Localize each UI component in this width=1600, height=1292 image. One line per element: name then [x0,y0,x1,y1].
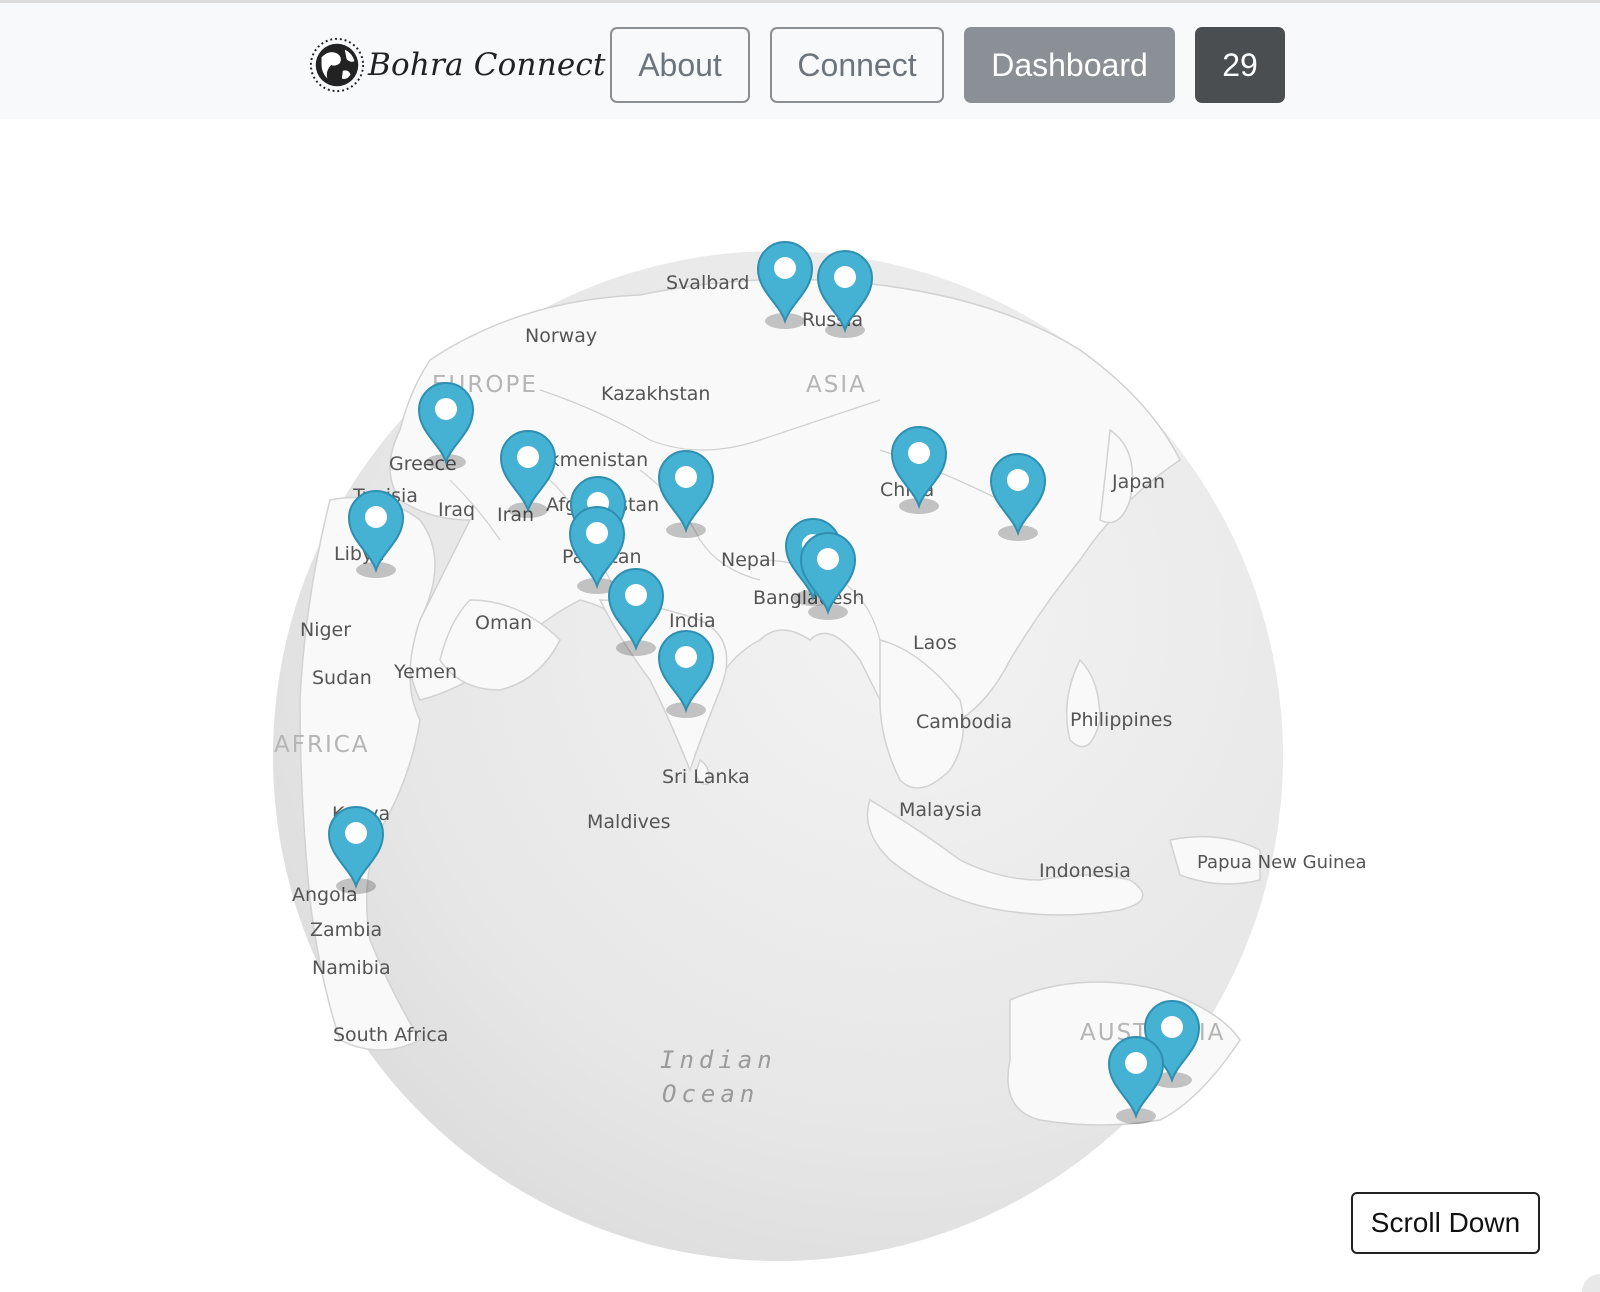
country-label: South Africa [333,1024,448,1046]
about-button[interactable]: About [610,27,750,103]
country-label: Namibia [312,957,391,979]
navbar: Bohra Connect About Connect Dashboard 29 [0,3,1600,119]
country-label: Cambodia [916,711,1012,733]
country-label: Oman [475,612,532,634]
region-label-africa: AFRICA [274,732,370,758]
country-label: India [669,610,716,632]
country-label: Kazakhstan [601,383,710,405]
country-label: Sri Lanka [662,766,750,788]
member-count-badge[interactable]: 29 [1195,27,1285,103]
country-label: Malaysia [899,799,982,821]
country-label: Svalbard [666,272,749,294]
country-label: Yemen [393,661,457,683]
country-label: Iraq [438,499,475,521]
ocean-label-line2: Ocean [662,1080,759,1108]
globe-logo-icon [309,37,365,93]
country-label: Papua New Guinea [1197,852,1367,873]
country-label: Norway [525,325,597,347]
country-label: Sudan [312,667,372,689]
brand[interactable]: Bohra Connect [308,33,606,97]
country-label: Niger [300,619,351,641]
country-label: Maldives [587,811,671,833]
country-label: Philippines [1070,709,1172,731]
country-label: Indonesia [1039,860,1131,882]
globe-map[interactable]: EUROPE ASIA AFRICA AUSTRALIA Indian Ocea… [0,119,1600,1292]
country-label: Japan [1111,471,1165,493]
scroll-down-button[interactable]: Scroll Down [1351,1192,1540,1254]
connect-button[interactable]: Connect [770,27,944,103]
country-label: Zambia [310,919,382,941]
brand-name[interactable]: Bohra Connect [368,47,606,83]
region-label-asia: ASIA [806,372,867,398]
ocean-label-line1: Indian [660,1046,777,1074]
country-label: Laos [913,632,957,654]
country-label: Nepal [721,549,776,571]
dashboard-button[interactable]: Dashboard [964,27,1175,103]
